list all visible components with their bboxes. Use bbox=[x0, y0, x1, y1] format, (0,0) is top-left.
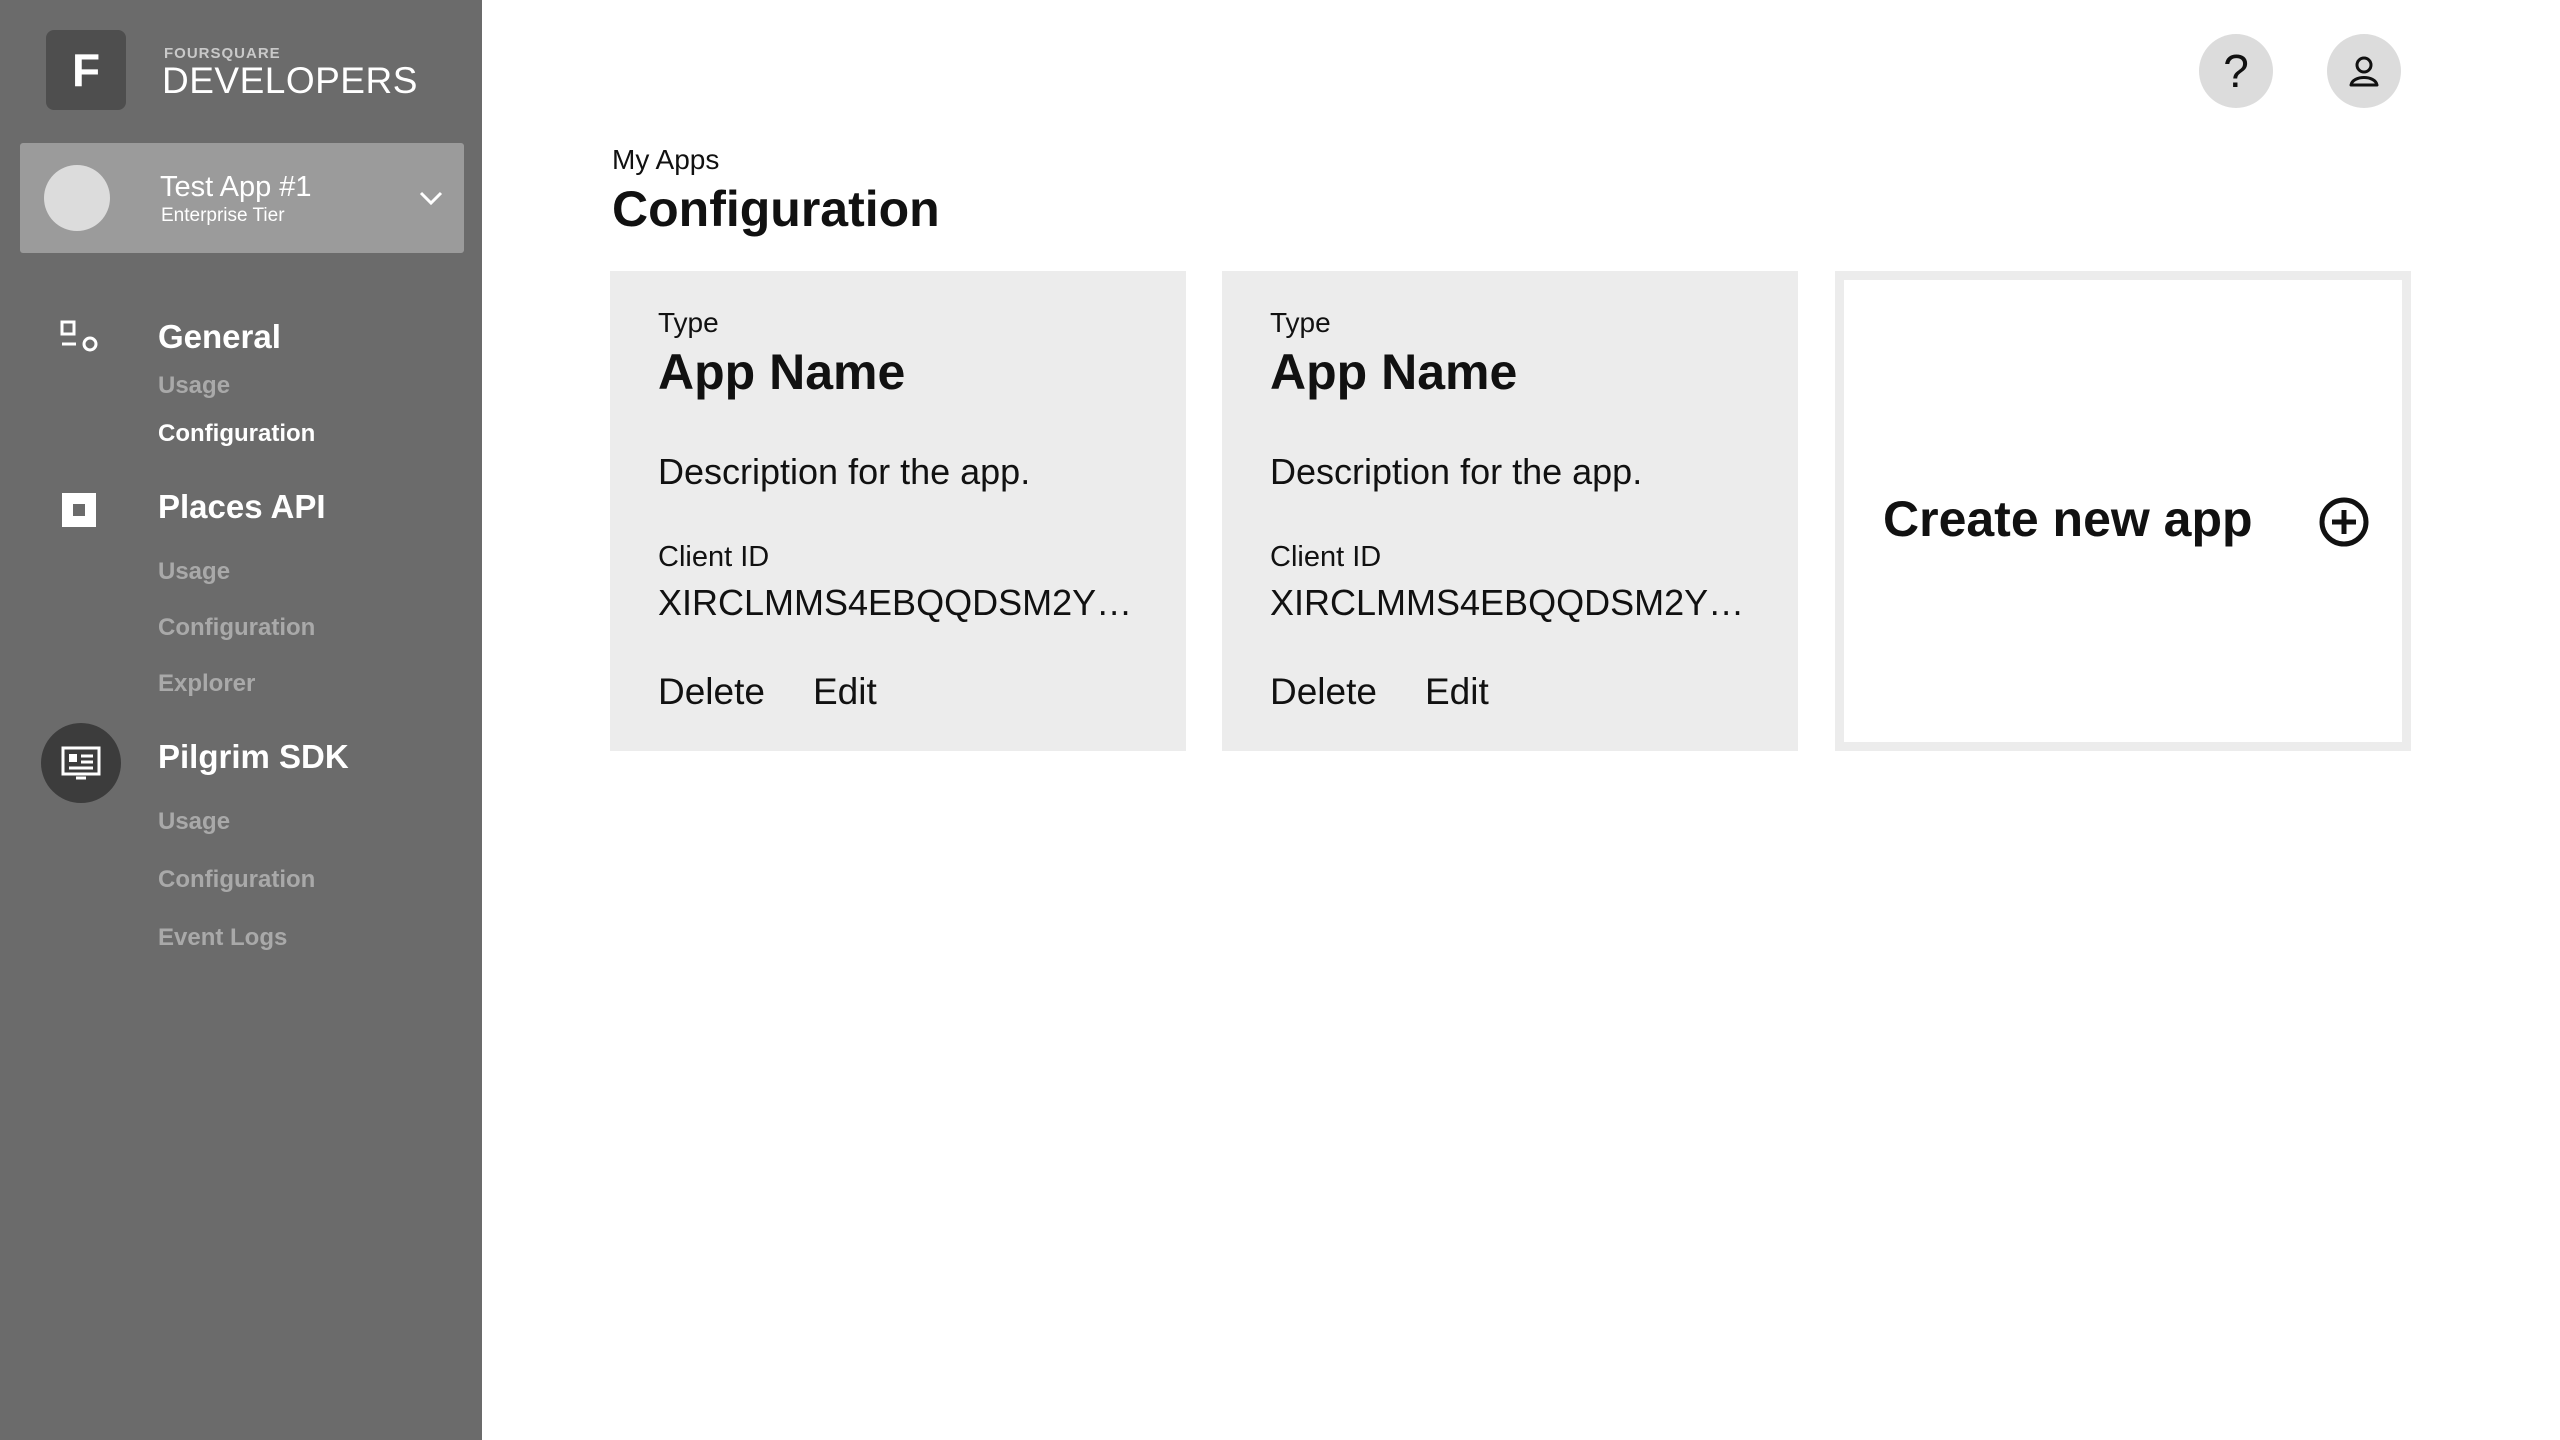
app-card: Type App Name Description for the app. C… bbox=[1222, 271, 1798, 751]
nav-pilgrim-usage[interactable]: Usage bbox=[158, 808, 230, 836]
help-button[interactable]: ? bbox=[2199, 34, 2273, 108]
delete-button[interactable]: Delete bbox=[1270, 671, 1377, 713]
app-avatar bbox=[44, 165, 110, 231]
client-id-label: Client ID bbox=[658, 541, 770, 573]
nav-section-general[interactable]: General bbox=[158, 318, 281, 356]
app-description: Description for the app. bbox=[658, 451, 1031, 492]
places-icon bbox=[56, 487, 102, 533]
nav-general-usage[interactable]: Usage bbox=[158, 372, 230, 400]
page-title: Configuration bbox=[612, 181, 940, 237]
app-title: App Name bbox=[1270, 344, 1518, 400]
nav-places-configuration[interactable]: Configuration bbox=[158, 614, 315, 642]
nav-general-configuration[interactable]: Configuration bbox=[158, 420, 315, 448]
app-title: App Name bbox=[658, 344, 906, 400]
app-type: Type bbox=[658, 307, 719, 338]
client-id-value: XIRCLMMS4EBQQDSM2Y… bbox=[1270, 582, 1745, 623]
app-type: Type bbox=[1270, 307, 1331, 338]
app-switcher[interactable]: Test App #1 Enterprise Tier bbox=[20, 143, 464, 253]
help-icon: ? bbox=[2223, 45, 2249, 97]
create-new-app-card[interactable]: Create new app bbox=[1835, 271, 2411, 751]
nav-places-explorer[interactable]: Explorer bbox=[158, 670, 255, 698]
nav-places-usage[interactable]: Usage bbox=[158, 558, 230, 586]
nav-pilgrim-event-logs[interactable]: Event Logs bbox=[158, 924, 287, 952]
general-icon bbox=[56, 316, 102, 362]
sidebar: F FOURSQUARE DEVELOPERS Test App #1 Ente… bbox=[0, 0, 482, 1440]
delete-button[interactable]: Delete bbox=[658, 671, 765, 713]
logo-letter: F bbox=[71, 44, 101, 96]
chevron-down-icon[interactable] bbox=[416, 183, 446, 213]
app-switcher-name: Test App #1 bbox=[160, 171, 312, 203]
account-button[interactable] bbox=[2327, 34, 2401, 108]
nav-pilgrim-configuration[interactable]: Configuration bbox=[158, 866, 315, 894]
nav-section-pilgrim[interactable]: Pilgrim SDK bbox=[158, 738, 349, 776]
app-card: Type App Name Description for the app. C… bbox=[610, 271, 1186, 751]
nav-section-places[interactable]: Places API bbox=[158, 488, 326, 526]
client-id-label: Client ID bbox=[1270, 541, 1382, 573]
pilgrim-icon bbox=[41, 723, 121, 803]
foursquare-logo[interactable]: F bbox=[46, 30, 126, 110]
edit-button[interactable]: Edit bbox=[1425, 671, 1489, 713]
app-description: Description for the app. bbox=[1270, 451, 1643, 492]
client-id-value: XIRCLMMS4EBQQDSM2Y… bbox=[658, 582, 1133, 623]
user-icon bbox=[2349, 56, 2379, 87]
breadcrumb[interactable]: My Apps bbox=[612, 144, 719, 176]
create-new-app-label: Create new app bbox=[1883, 491, 2253, 547]
edit-button[interactable]: Edit bbox=[813, 671, 877, 713]
brand-title: DEVELOPERS bbox=[162, 60, 418, 101]
plus-circle-icon[interactable] bbox=[2317, 495, 2371, 549]
app-switcher-tier: Enterprise Tier bbox=[161, 205, 285, 226]
